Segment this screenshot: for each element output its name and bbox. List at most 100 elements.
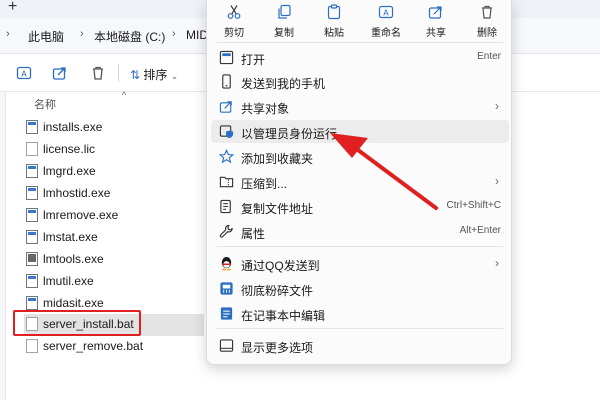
menu-item-compress-to[interactable]: 压缩到... › [211, 170, 509, 193]
menu-item-properties[interactable]: 属性 Alt+Enter [211, 220, 509, 243]
file-name: lmgrd.exe [43, 164, 96, 178]
menu-item-label: 打开 [241, 53, 266, 67]
file-name: license.lic [43, 142, 96, 156]
exe-file-icon [26, 296, 38, 310]
file-row[interactable]: lmgrd.exe [24, 161, 204, 183]
sort-icon: ⇅ [130, 68, 141, 82]
rename-icon: A [378, 5, 394, 19]
svg-text:A: A [383, 9, 389, 18]
share-button[interactable]: 共享 [412, 0, 460, 42]
menu-item-run-as-admin[interactable]: 以管理员身份运行 [211, 120, 509, 143]
quick-actions-bar: 剪切 复制 粘贴 A 重命名 共享 删除 [207, 0, 513, 42]
menu-item-copy-path[interactable]: 复制文件地址 Ctrl+Shift+C [211, 195, 509, 218]
exe-file-icon [26, 164, 38, 178]
trash-icon [482, 5, 492, 19]
menu-item-label: 添加到收藏夹 [241, 152, 314, 166]
menu-item-label: 复制文件地址 [241, 202, 314, 216]
scissors-icon [227, 5, 241, 19]
share-icon [219, 101, 232, 113]
breadcrumb-folder[interactable]: MID [186, 28, 208, 42]
paste-label: 粘贴 [324, 28, 344, 39]
file-name: server_remove.bat [43, 339, 144, 353]
file-row[interactable]: server_remove.bat [24, 336, 204, 358]
exe-file-icon [26, 208, 38, 222]
menu-item-edit-in-notepad[interactable]: 在记事本中编辑 [211, 302, 509, 325]
breadcrumb-local-disk[interactable]: 本地磁盘 (C:) [94, 28, 165, 45]
chevron-right-icon: › [495, 256, 499, 270]
file-name: midasit.exe [43, 296, 104, 310]
file-name: lmutil.exe [43, 274, 94, 288]
rename-icon[interactable]: A [16, 65, 32, 81]
file-name: installs.exe [43, 120, 103, 134]
share-label: 共享 [426, 28, 446, 39]
menu-item-add-to-favorites[interactable]: 添加到收藏夹 [211, 145, 509, 168]
admin-shield-icon [219, 125, 234, 139]
svg-text:A: A [21, 70, 27, 79]
share-icon[interactable] [52, 65, 68, 81]
menu-item-show-more-options[interactable]: 显示更多选项 [211, 334, 509, 357]
menu-item-label: 属性 [241, 227, 266, 241]
menu-item-share-with[interactable]: 共享对象 › [211, 95, 509, 118]
open-icon [219, 50, 234, 65]
menu-divider [217, 42, 503, 43]
menu-divider [217, 246, 503, 247]
more-options-icon [219, 339, 234, 352]
new-tab-button[interactable]: + [8, 0, 22, 16]
chevron-right-icon: › [495, 99, 499, 113]
document-file-icon [26, 142, 38, 156]
file-row[interactable]: lmremove.exe [24, 205, 204, 227]
menu-item-label: 共享对象 [241, 102, 290, 116]
file-name: lmhostid.exe [43, 186, 111, 200]
paste-button[interactable]: 粘贴 [310, 0, 358, 42]
notepad-icon [220, 307, 233, 320]
menu-item-shortcut: Ctrl+Shift+C [446, 200, 501, 211]
menu-item-label: 显示更多选项 [241, 341, 314, 355]
copy-label: 复制 [274, 28, 294, 39]
file-name: lmstat.exe [43, 230, 98, 244]
chevron-right-icon: › [80, 28, 84, 40]
navigation-pane[interactable] [0, 92, 6, 400]
menu-item-open[interactable]: 打开 Enter [211, 46, 509, 69]
file-row[interactable]: license.lic [24, 139, 204, 161]
qq-penguin-icon [221, 256, 232, 271]
breadcrumb-this-pc[interactable]: 此电脑 [28, 28, 64, 45]
file-row[interactable]: lmstat.exe [24, 227, 204, 249]
menu-item-shortcut: Alt+Enter [459, 225, 501, 236]
exe-file-icon [26, 120, 38, 134]
annotation-highlight-box [13, 310, 141, 336]
menu-item-label: 压缩到... [241, 177, 288, 191]
menu-item-send-to-phone[interactable]: 发送到我的手机 [211, 70, 509, 93]
context-menu: 剪切 复制 粘贴 A 重命名 共享 删除 打开 Enter 发送到我的手机 共享… [206, 0, 512, 365]
file-row[interactable]: installs.exe [24, 117, 204, 139]
menu-item-shred-file[interactable]: 彻底粉碎文件 [211, 277, 509, 300]
menu-item-label: 在记事本中编辑 [241, 309, 326, 323]
menu-divider [217, 328, 503, 329]
phone-icon [222, 74, 231, 89]
file-row[interactable]: lmutil.exe [24, 271, 204, 293]
chevron-right-icon: › [6, 28, 10, 40]
menu-item-send-via-qq[interactable]: 通过QQ发送到 › [211, 252, 509, 275]
chevron-down-icon: ⌄ [170, 71, 179, 81]
shredder-icon [220, 282, 233, 295]
star-icon [219, 149, 234, 164]
tool-exe-icon [26, 252, 38, 266]
file-row[interactable]: lmhostid.exe [24, 183, 204, 205]
exe-file-icon [26, 186, 38, 200]
paste-icon [327, 4, 341, 20]
column-header-name[interactable]: 名称 [34, 96, 56, 112]
copy-button[interactable]: 复制 [260, 0, 308, 42]
zip-folder-icon [219, 176, 234, 188]
copy-path-icon [220, 199, 231, 214]
sort-button[interactable]: ⇅ 排序 ⌄ [130, 66, 178, 83]
file-name: lmtools.exe [43, 252, 104, 266]
rename-button[interactable]: A 重命名 [362, 0, 410, 42]
menu-item-label: 以管理员身份运行 [241, 127, 338, 141]
trash-icon[interactable] [90, 65, 106, 81]
file-row[interactable]: lmtools.exe [24, 249, 204, 271]
share-icon [428, 6, 442, 19]
delete-button[interactable]: 删除 [463, 0, 511, 42]
menu-item-label: 通过QQ发送到 [241, 259, 320, 273]
cut-button[interactable]: 剪切 [210, 0, 258, 42]
exe-file-icon [26, 230, 38, 244]
menu-item-label: 发送到我的手机 [241, 77, 326, 91]
